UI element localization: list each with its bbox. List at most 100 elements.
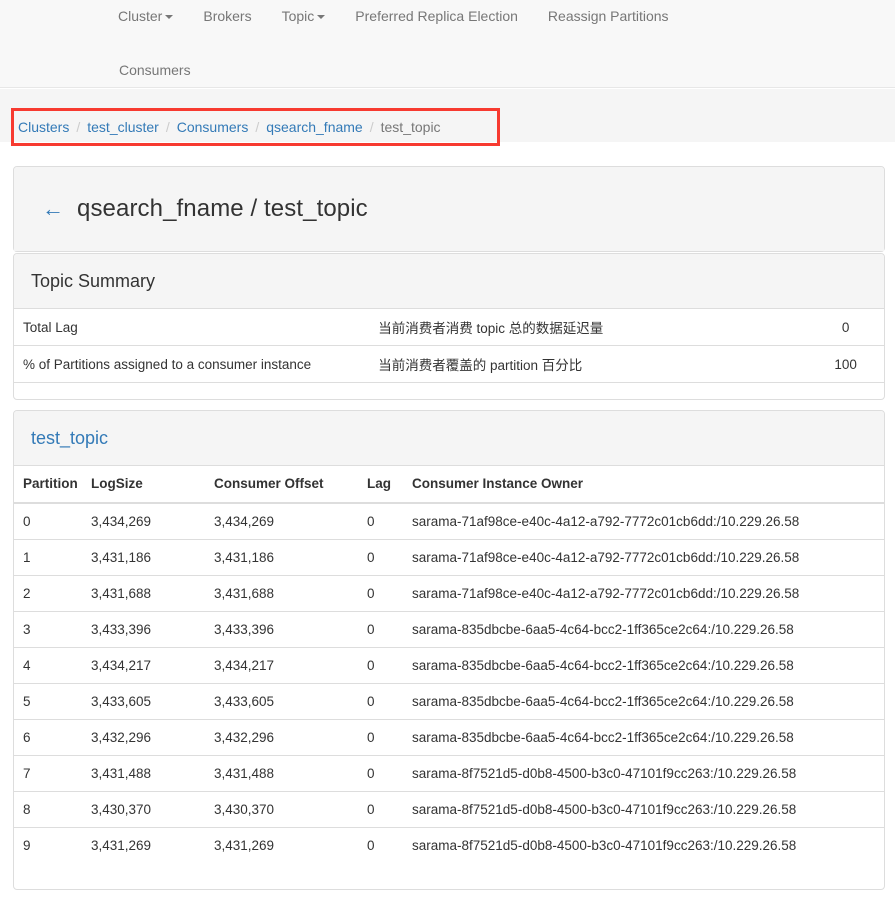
topic-summary-header: Topic Summary xyxy=(14,254,884,309)
nav-item-consumers[interactable]: Consumers xyxy=(104,54,206,86)
summary-row: Total Lag当前消费者消费 topic 总的数据延迟量0 xyxy=(14,309,884,346)
partitions-col-lag: Lag xyxy=(358,466,403,503)
table-row: 53,433,6053,433,6050sarama-835dbcbe-6aa5… xyxy=(14,684,884,720)
page-root: Cluster Brokers Topic Preferred Replica Ele… xyxy=(0,0,895,904)
cell-consumer-offset: 3,431,269 xyxy=(205,828,358,864)
cell-consumer-instance-owner: sarama-71af98ce-e40c-4a12-a792-7772c01cb… xyxy=(403,503,884,540)
nav-item-label: Reassign Partitions xyxy=(548,8,669,24)
breadcrumb-separator: / xyxy=(255,116,259,138)
nav-item-label: Preferred Replica Election xyxy=(355,8,518,24)
cell-lag: 0 xyxy=(358,756,403,792)
nav-item-label: Brokers xyxy=(203,8,251,24)
table-row: 23,431,6883,431,6880sarama-71af98ce-e40c… xyxy=(14,576,884,612)
summary-table-spacer xyxy=(14,383,884,401)
cell-logsize: 3,434,217 xyxy=(82,648,205,684)
nav-item-brokers[interactable]: Brokers xyxy=(188,0,266,32)
table-row: 63,432,2963,432,2960sarama-835dbcbe-6aa5… xyxy=(14,720,884,756)
cell-lag: 0 xyxy=(358,720,403,756)
cell-logsize: 3,431,269 xyxy=(82,828,205,864)
cell-partition: 6 xyxy=(14,720,82,756)
summary-row-label: Total Lag xyxy=(14,309,369,346)
breadcrumb-item-test-topic: test_topic xyxy=(381,116,441,138)
cell-consumer-instance-owner: sarama-71af98ce-e40c-4a12-a792-7772c01cb… xyxy=(403,576,884,612)
cell-lag: 0 xyxy=(358,828,403,864)
cell-consumer-instance-owner: sarama-71af98ce-e40c-4a12-a792-7772c01cb… xyxy=(403,540,884,576)
table-row: 33,433,3963,433,3960sarama-835dbcbe-6aa5… xyxy=(14,612,884,648)
cell-lag: 0 xyxy=(358,503,403,540)
cell-logsize: 3,430,370 xyxy=(82,792,205,828)
summary-row: % of Partitions assigned to a consumer i… xyxy=(14,346,884,383)
summary-row-annotation: 当前消费者消费 topic 总的数据延迟量 xyxy=(369,309,798,346)
cell-consumer-instance-owner: sarama-835dbcbe-6aa5-4c64-bcc2-1ff365ce2… xyxy=(403,648,884,684)
cell-logsize: 3,432,296 xyxy=(82,720,205,756)
cell-lag: 0 xyxy=(358,792,403,828)
table-row: 13,431,1863,431,1860sarama-71af98ce-e40c… xyxy=(14,540,884,576)
chevron-down-icon xyxy=(317,15,325,19)
cell-consumer-offset: 3,433,396 xyxy=(205,612,358,648)
back-arrow-icon[interactable]: ← xyxy=(42,198,64,220)
cell-partition: 5 xyxy=(14,684,82,720)
summary-row-value: 0 xyxy=(798,309,884,346)
cell-consumer-instance-owner: sarama-835dbcbe-6aa5-4c64-bcc2-1ff365ce2… xyxy=(403,720,884,756)
cell-consumer-offset: 3,433,605 xyxy=(205,684,358,720)
cell-consumer-instance-owner: sarama-835dbcbe-6aa5-4c64-bcc2-1ff365ce2… xyxy=(403,684,884,720)
cell-partition: 7 xyxy=(14,756,82,792)
summary-spacer-cell xyxy=(14,383,884,401)
cell-consumer-instance-owner: sarama-8f7521d5-d0b8-4500-b3c0-47101f9cc… xyxy=(403,792,884,828)
nav-item-label: Topic xyxy=(282,8,315,24)
breadcrumb-item-clusters[interactable]: Clusters xyxy=(18,116,69,138)
breadcrumb-item-consumers[interactable]: Consumers xyxy=(177,116,249,138)
topic-name-link[interactable]: test_topic xyxy=(31,428,108,449)
breadcrumb-separator: / xyxy=(370,116,374,138)
topic-summary-heading: Topic Summary xyxy=(31,271,155,292)
cell-lag: 0 xyxy=(358,684,403,720)
topic-header-bar: ← qsearch_fname / test_topic xyxy=(14,167,884,251)
summary-row-label: % of Partitions assigned to a consumer i… xyxy=(14,346,369,383)
nav-item-cluster[interactable]: Cluster xyxy=(104,0,188,32)
cell-consumer-offset: 3,431,688 xyxy=(205,576,358,612)
cell-lag: 0 xyxy=(358,540,403,576)
partitions-col-partition: Partition xyxy=(14,466,82,503)
breadcrumb-item-qsearch-fname[interactable]: qsearch_fname xyxy=(266,116,363,138)
topic-partitions-panel: test_topic PartitionLogSizeConsumer Offs… xyxy=(13,410,885,890)
cell-logsize: 3,431,488 xyxy=(82,756,205,792)
breadcrumb: Clusters / test_cluster / Consumers / qsearch_… xyxy=(18,116,441,138)
cell-partition: 9 xyxy=(14,828,82,864)
cell-logsize: 3,431,186 xyxy=(82,540,205,576)
cell-logsize: 3,433,396 xyxy=(82,612,205,648)
partitions-col-consumer-instance-owner: Consumer Instance Owner xyxy=(403,466,884,503)
nav-item-preferred-replica-election[interactable]: Preferred Replica Election xyxy=(340,0,533,32)
cell-consumer-offset: 3,430,370 xyxy=(205,792,358,828)
table-row: 03,434,2693,434,2690sarama-71af98ce-e40c… xyxy=(14,503,884,540)
cell-consumer-instance-owner: sarama-835dbcbe-6aa5-4c64-bcc2-1ff365ce2… xyxy=(403,612,884,648)
partitions-table: PartitionLogSizeConsumer OffsetLagConsum… xyxy=(14,466,884,863)
topic-header-panel: ← qsearch_fname / test_topic xyxy=(13,166,885,252)
cell-consumer-offset: 3,434,217 xyxy=(205,648,358,684)
cell-consumer-offset: 3,432,296 xyxy=(205,720,358,756)
navbar-items: Cluster Brokers Topic Preferred Replica Ele… xyxy=(104,0,864,86)
table-row: 43,434,2173,434,2170sarama-835dbcbe-6aa5… xyxy=(14,648,884,684)
cell-partition: 3 xyxy=(14,612,82,648)
table-row: 73,431,4883,431,4880sarama-8f7521d5-d0b8… xyxy=(14,756,884,792)
table-tail-spacer xyxy=(14,863,884,883)
main-navbar: Cluster Brokers Topic Preferred Replica Ele… xyxy=(0,0,895,88)
table-row: 93,431,2693,431,2690sarama-8f7521d5-d0b8… xyxy=(14,828,884,864)
topic-summary-table: Total Lag当前消费者消费 topic 总的数据延迟量0% of Part… xyxy=(14,309,884,401)
cell-consumer-offset: 3,431,186 xyxy=(205,540,358,576)
topic-summary-body: Total Lag当前消费者消费 topic 总的数据延迟量0% of Part… xyxy=(14,309,884,401)
nav-item-label: Cluster xyxy=(118,8,162,24)
nav-item-topic[interactable]: Topic xyxy=(267,0,341,32)
breadcrumb-separator: / xyxy=(76,116,80,138)
cell-lag: 0 xyxy=(358,576,403,612)
partitions-col-logsize: LogSize xyxy=(82,466,205,503)
page-title: qsearch_fname / test_topic xyxy=(77,195,368,223)
partitions-table-body: 03,434,2693,434,2690sarama-71af98ce-e40c… xyxy=(14,503,884,863)
nav-item-reassign-partitions[interactable]: Reassign Partitions xyxy=(533,0,684,32)
summary-row-annotation: 当前消费者覆盖的 partition 百分比 xyxy=(369,346,798,383)
partitions-table-head: PartitionLogSizeConsumer OffsetLagConsum… xyxy=(14,466,884,503)
cell-logsize: 3,433,605 xyxy=(82,684,205,720)
topic-summary-panel: Topic Summary Total Lag当前消费者消费 topic 总的数… xyxy=(13,253,885,400)
topic-partitions-header: test_topic xyxy=(14,411,884,466)
breadcrumb-item-test-cluster[interactable]: test_cluster xyxy=(87,116,159,138)
cell-partition: 0 xyxy=(14,503,82,540)
